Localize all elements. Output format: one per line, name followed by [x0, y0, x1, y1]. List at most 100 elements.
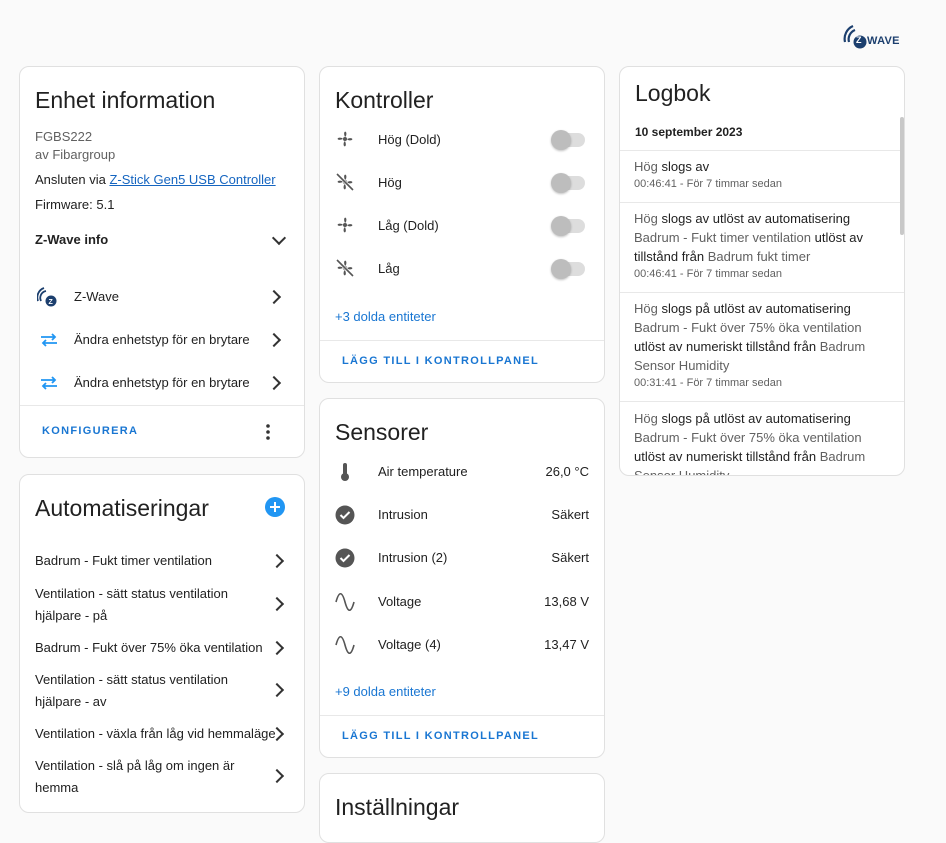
zwave-logo: Z WAVE	[843, 24, 907, 50]
control-row: Hög	[320, 165, 604, 199]
control-toggle[interactable]	[551, 130, 585, 150]
log-automation[interactable]: Badrum - Fukt över 75% öka ventilation	[634, 320, 862, 335]
automation-label: Ventilation - sätt status ventilation	[35, 586, 228, 601]
sensor-value: 13,47 V	[544, 637, 589, 652]
logbook-card: Logbok 10 september 2023 Hög slogs av 00…	[619, 66, 905, 476]
automation-label-line2: hjälpare - av	[35, 694, 107, 709]
check-circle-icon	[335, 548, 355, 568]
automation-label: Ventilation - sätt status ventilation	[35, 672, 228, 687]
logbook-scrollbar[interactable]	[900, 117, 904, 235]
device-item-switch-type-1[interactable]: Ändra enhetstyp för en brytare	[20, 320, 304, 360]
control-label: Låg	[378, 261, 400, 276]
log-text: slogs på utlöst av automatisering	[657, 301, 851, 316]
sensor-label: Intrusion	[378, 507, 428, 522]
logbook-entry: Hög slogs på utlöst av automatisering Ba…	[634, 409, 886, 475]
zwave-logo-text: WAVE	[867, 35, 900, 47]
log-text: slogs på utlöst av automatisering	[657, 411, 851, 426]
hidden-entities-link[interactable]: +9 dolda entiteter	[335, 684, 436, 699]
settings-title: Inställningar	[335, 794, 460, 820]
sensor-row: Voltage 13,68 V	[320, 585, 604, 619]
more-vert-icon[interactable]	[260, 420, 276, 444]
sensor-row: Intrusion Säkert	[320, 498, 604, 532]
sensors-card: Sensorer Air temperature 26,0 °C Intrusi…	[319, 398, 605, 758]
log-entity[interactable]: Hög	[634, 301, 658, 316]
chevron-right-icon	[269, 640, 285, 656]
control-label: Låg (Dold)	[378, 218, 439, 233]
log-text: slogs av	[657, 159, 710, 174]
sensor-value: 13,68 V	[544, 594, 589, 609]
sensor-row: Air temperature 26,0 °C	[320, 455, 604, 489]
zwave-info-label: Z-Wave info	[35, 232, 109, 247]
automation-label-line2: hemma	[35, 780, 79, 795]
add-automation-button[interactable]	[265, 497, 285, 517]
control-toggle[interactable]	[551, 173, 585, 193]
connected-prefix: Ansluten via	[35, 172, 106, 187]
fan-icon	[337, 131, 353, 147]
divider	[620, 401, 904, 402]
zwave-icon: Z	[37, 287, 57, 307]
sensor-value: Säkert	[551, 550, 589, 565]
log-entry-text: Hög slogs på utlöst av automatisering Ba…	[634, 299, 886, 375]
automation-label: Badrum - Fukt över 75% öka ventilation	[35, 640, 263, 655]
automation-label: Ventilation - slå på låg om ingen är	[35, 758, 235, 773]
control-row: Låg (Dold)	[320, 208, 604, 242]
log-entity[interactable]: Hög	[634, 159, 658, 174]
add-to-dashboard-button[interactable]: LÄGG TILL I KONTROLLPANEL	[342, 355, 539, 367]
more-vert-icon-glyph	[266, 424, 270, 440]
log-time: 00:46:41 - För 7 timmar sedan	[634, 178, 782, 190]
add-to-dashboard-button[interactable]: LÄGG TILL I KONTROLLPANEL	[342, 730, 539, 742]
log-entry-text: Hög slogs av	[634, 157, 886, 176]
device-item-label: Z-Wave	[74, 289, 120, 304]
logbook-scroll-area[interactable]: 10 september 2023 Hög slogs av 00:46:41 …	[620, 117, 904, 475]
log-entity[interactable]: Hög	[634, 211, 658, 226]
configure-button[interactable]: KONFIGURERA	[42, 425, 138, 437]
automation-item[interactable]: Ventilation - sätt status ventilation hj…	[20, 669, 304, 713]
device-item-switch-type-2[interactable]: Ändra enhetstyp för en brytare	[20, 363, 304, 403]
swap-icon	[41, 333, 57, 347]
logbook-date: 10 september 2023	[635, 125, 743, 139]
zwave-logo-badge: Z	[856, 35, 862, 45]
log-entry-text: Hög slogs av utlöst av automatisering Ba…	[634, 209, 886, 266]
divider	[20, 405, 304, 406]
divider	[620, 292, 904, 293]
hidden-entities-link[interactable]: +3 dolda entiteter	[335, 309, 436, 324]
chevron-right-icon	[269, 553, 285, 569]
settings-card: Inställningar	[319, 773, 605, 843]
zwave-info-expander[interactable]: Z-Wave info	[20, 222, 304, 256]
chevron-right-icon	[266, 332, 282, 348]
chevron-right-icon	[269, 682, 285, 698]
sensor-label: Voltage	[378, 594, 422, 609]
firmware-version: Firmware: 5.1	[35, 197, 115, 212]
log-source[interactable]: Badrum fukt timer	[708, 249, 811, 264]
automation-item[interactable]: Badrum - Fukt över 75% öka ventilation	[20, 632, 304, 662]
divider	[320, 340, 604, 341]
device-item-label: Ändra enhetstyp för en brytare	[74, 375, 250, 390]
automation-item[interactable]: Ventilation - växla från låg vid hemmalä…	[20, 718, 304, 748]
device-item-zwave[interactable]: Z Z-Wave	[20, 277, 304, 317]
thermometer-icon	[341, 463, 349, 481]
log-automation[interactable]: Badrum - Fukt timer ventilation	[634, 230, 811, 245]
device-model: FGBS222	[35, 129, 93, 144]
chevron-right-icon	[269, 768, 285, 784]
control-toggle[interactable]	[551, 216, 585, 236]
automation-label: Ventilation - växla från låg vid hemmalä…	[35, 726, 276, 741]
automation-item[interactable]: Ventilation - slå på låg om ingen är hem…	[20, 755, 304, 799]
sensor-label: Intrusion (2)	[378, 550, 448, 565]
automation-item[interactable]: Ventilation - sätt status ventilation hj…	[20, 583, 304, 627]
logbook-entry: Hög slogs av utlöst av automatisering Ba…	[634, 209, 886, 282]
controls-title: Kontroller	[335, 87, 434, 113]
log-entity[interactable]: Hög	[634, 411, 658, 426]
divider	[320, 715, 604, 716]
log-entry-text: Hög slogs på utlöst av automatisering Ba…	[634, 409, 886, 475]
control-label: Hög (Dold)	[378, 132, 441, 147]
automation-item[interactable]: Badrum - Fukt timer ventilation	[20, 545, 304, 575]
logbook-entry: Hög slogs av 00:46:41 - För 7 timmar sed…	[634, 157, 886, 192]
control-toggle[interactable]	[551, 259, 585, 279]
fan-icon	[337, 217, 353, 233]
log-automation[interactable]: Badrum - Fukt över 75% öka ventilation	[634, 430, 862, 445]
controller-link[interactable]: Z-Stick Gen5 USB Controller	[109, 172, 275, 187]
controls-card: Kontroller Hög (Dold) Hög Låg (Dold) Låg…	[319, 66, 605, 383]
log-text: utlöst av numeriskt tillstånd från	[634, 449, 820, 464]
divider	[620, 150, 904, 151]
sensor-label: Voltage (4)	[378, 637, 441, 652]
